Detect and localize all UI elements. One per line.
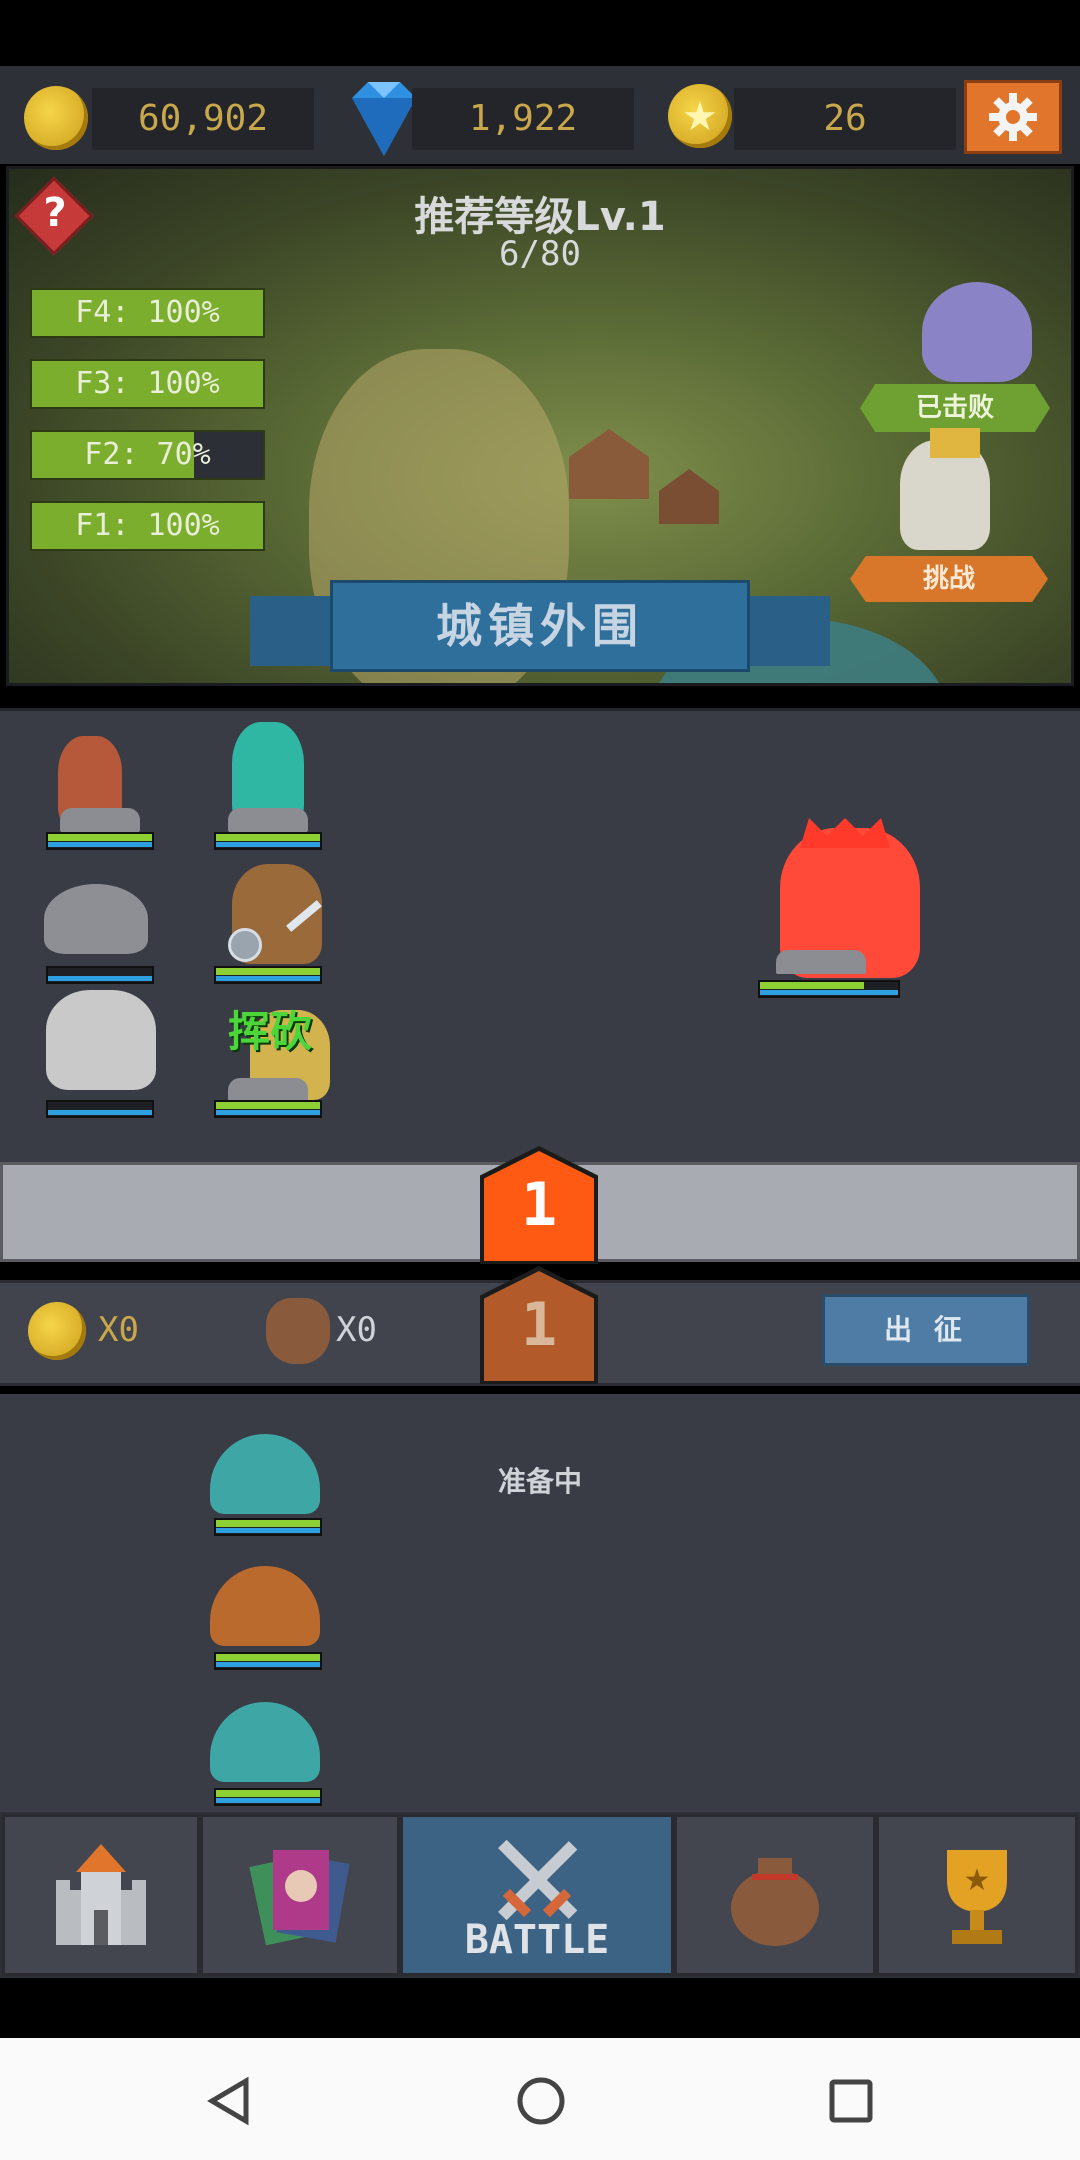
crown-icon	[930, 428, 980, 458]
loot-bag-icon	[266, 1298, 330, 1364]
floor-bar-f1[interactable]: F1: 100%	[30, 501, 265, 551]
hero-hp-bar	[46, 966, 154, 984]
status-bar	[0, 0, 1080, 66]
nav-tab-cards[interactable]	[200, 1814, 400, 1976]
floor-bar-f4[interactable]: F4: 100%	[30, 288, 265, 338]
recents-square-icon	[829, 2079, 873, 2123]
gear-icon	[989, 93, 1037, 141]
unit-base	[228, 1078, 308, 1102]
shield-icon	[228, 928, 262, 962]
castle-icon	[56, 1844, 146, 1945]
hero-hp-bar	[214, 966, 322, 984]
back-button[interactable]	[206, 2076, 252, 2130]
stage-name-banner: 城镇外围	[330, 580, 750, 672]
defeated-boss-sprite	[922, 282, 1032, 382]
reserve-area	[0, 1394, 1080, 1812]
nav-tab-trophy[interactable]: ★	[876, 1814, 1078, 1976]
stage-progress: 6/80	[499, 234, 581, 274]
house-icon	[569, 429, 649, 499]
unit-base	[228, 808, 308, 832]
nav-tab-castle[interactable]	[2, 1814, 200, 1976]
hero-hp-bar	[46, 832, 154, 850]
home-circle-icon	[517, 2077, 565, 2125]
gold-amount: 60,902	[92, 88, 314, 150]
challenge-button[interactable]: 挑战	[850, 556, 1048, 602]
settings-button[interactable]	[964, 80, 1062, 154]
bottom-gap	[0, 1978, 1080, 2038]
house-icon	[659, 469, 719, 524]
gold-coin-icon	[24, 86, 88, 150]
hero-hp-bar	[214, 832, 322, 850]
battle-tab-label: BATTLE	[464, 1917, 610, 1963]
hero-sprite-inactive[interactable]	[44, 884, 148, 954]
sortie-button[interactable]: 出 征	[822, 1294, 1030, 1366]
bag-loot-count: X0	[336, 1310, 377, 1350]
gold-loot-count: X0	[98, 1310, 139, 1350]
next-wave-number: 1	[520, 1290, 558, 1360]
loot-bag-icon	[731, 1858, 819, 1946]
star-icon: ★	[682, 94, 718, 140]
trophy-icon: ★	[947, 1850, 1007, 1944]
nav-tab-bag[interactable]	[674, 1814, 876, 1976]
recents-button[interactable]	[828, 2078, 874, 2128]
svg-text:★: ★	[964, 1863, 991, 1898]
home-button[interactable]	[516, 2076, 566, 2130]
gem-amount: 1,922	[412, 88, 634, 150]
hero-hp-bar	[214, 1100, 322, 1118]
hero-hp-bar	[46, 1100, 154, 1118]
floor-bar-f3[interactable]: F3: 100%	[30, 359, 265, 409]
reserve-status: 准备中	[497, 1465, 582, 1498]
nav-tab-battle[interactable]: BATTLE	[400, 1814, 674, 1976]
skill-text: 挥砍	[228, 1007, 313, 1056]
gold-coin-icon	[28, 1302, 86, 1360]
hero-sprite-inactive[interactable]	[46, 990, 156, 1090]
back-triangle-icon	[207, 2076, 249, 2126]
wave-number: 1	[520, 1170, 558, 1240]
slime-hp-bar	[214, 1788, 322, 1806]
slime-hp-bar	[214, 1652, 322, 1670]
defeated-tag: 已击败	[860, 384, 1050, 432]
question-icon: ?	[43, 190, 67, 236]
unit-base	[60, 808, 140, 832]
star-amount: 26	[734, 88, 956, 150]
enemy-hp-bar	[758, 980, 900, 998]
unit-base	[776, 950, 866, 974]
floor-bar-f2[interactable]: F2: 70%	[30, 430, 265, 480]
slime-hp-bar	[214, 1518, 322, 1536]
cards-icon	[249, 1850, 350, 1946]
crown-icon	[800, 818, 890, 848]
crossed-swords-icon	[498, 1839, 578, 1921]
